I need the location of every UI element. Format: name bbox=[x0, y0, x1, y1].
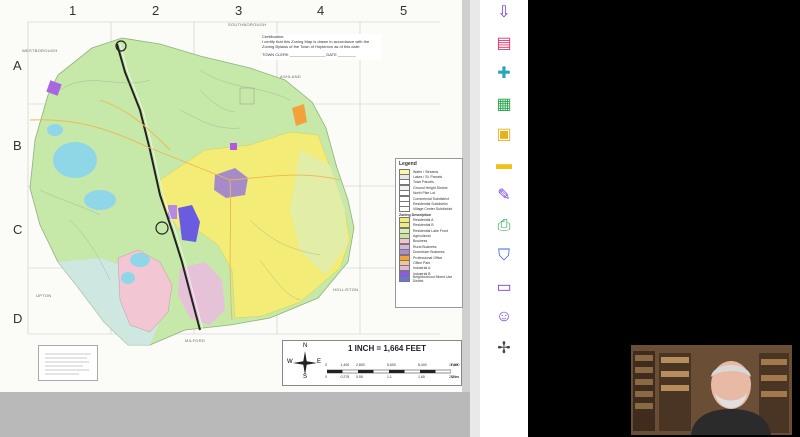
town-label-holliston: HOLLISTON bbox=[333, 287, 359, 292]
locus-map-thumbnail bbox=[38, 345, 98, 381]
legend-swatch bbox=[399, 276, 410, 283]
compass-e: E bbox=[317, 359, 322, 365]
legend-item-label: Town Parcels bbox=[413, 180, 434, 185]
tools-sidebar: ⇩ ▤ ✚ ▦ ▣ ▬ ✎ ⎙ ⛉ ▭ ☺ ✢ bbox=[480, 0, 528, 437]
legend-zoning-label: Neighborhood Mixed Use District bbox=[412, 275, 453, 284]
legend-item-label: Water / Streams bbox=[413, 169, 439, 174]
edit-pdf-icon[interactable]: ▦ bbox=[494, 94, 514, 114]
certification-block: Certification: I certify that this Zonin… bbox=[262, 34, 382, 60]
compass-w: W bbox=[287, 359, 293, 365]
certification-signature: TOWN CLERK ________________ DATE _______… bbox=[262, 52, 356, 57]
legend-zoning-label: Industrial A bbox=[413, 266, 431, 271]
legend-item-label: Residential Subdistrict bbox=[413, 202, 448, 207]
legend-zoning-label: Residential Lake Front bbox=[413, 228, 449, 233]
pdf-viewer[interactable]: 1 2 3 4 5 A B C D SOUTHBOROUGH WESTBOROU… bbox=[0, 0, 470, 437]
miles-unit: Miles bbox=[451, 375, 460, 379]
town-label-westborough: WESTBOROUGH bbox=[22, 48, 58, 53]
measure-icon[interactable]: ▭ bbox=[494, 277, 514, 297]
miles-tick: 1.65 bbox=[418, 375, 425, 379]
legend-zoning-label: Office Park bbox=[413, 260, 431, 265]
town-label-milford: MILFORD bbox=[185, 338, 206, 343]
zoning-map-page: 1 2 3 4 5 A B C D SOUTHBOROUGH WESTBOROU… bbox=[0, 0, 463, 392]
scale-title: 1 INCH = 1,664 FEET bbox=[348, 344, 427, 353]
certification-text: I certify that this Zoning Map is drawn … bbox=[262, 39, 370, 49]
feet-unit: Feet bbox=[451, 363, 459, 367]
feet-tick: 1,400 bbox=[340, 363, 350, 367]
miles-tick: 0.55 bbox=[356, 375, 363, 379]
feet-tick: 5,600 bbox=[387, 363, 396, 367]
legend-zoning-label: Professional Office bbox=[413, 255, 443, 260]
legend-zoning-label: Business bbox=[413, 239, 428, 244]
combine-files-icon[interactable]: ▣ bbox=[494, 124, 514, 144]
comment-icon[interactable]: ▬ bbox=[494, 155, 514, 175]
legend-item-label: Village Center Subdistrict bbox=[413, 207, 453, 212]
legend-zoning-label: Residential A bbox=[413, 217, 434, 222]
legend-swatch bbox=[399, 206, 410, 213]
accessibility-icon[interactable]: ☺ bbox=[494, 307, 514, 327]
miles-tick: 1.1 bbox=[387, 375, 392, 379]
feet-tick: 8,400 bbox=[418, 363, 427, 367]
miles-tick: 0 bbox=[325, 375, 327, 379]
webcam-video bbox=[631, 345, 792, 435]
organize-pages-icon[interactable]: ▤ bbox=[494, 33, 514, 53]
legend-item: Village Center Subdistrict bbox=[396, 206, 462, 213]
protect-icon[interactable]: ⛉ bbox=[494, 246, 514, 266]
export-pdf-icon[interactable]: ⇩ bbox=[494, 2, 514, 22]
more-tools-icon[interactable]: ✢ bbox=[494, 338, 514, 358]
miles-tick: 0.275 bbox=[340, 375, 350, 379]
map-legend: Legend Water / Streams Lakes / St. Parcel… bbox=[395, 158, 463, 308]
print-production-icon[interactable]: ⎙ bbox=[494, 216, 514, 236]
legend-item-label: Ground Height District bbox=[413, 185, 448, 190]
compass-s: S bbox=[303, 374, 308, 380]
legend-item-label: Lakes / St. Parcels bbox=[413, 175, 443, 180]
legend-zoning-label: Downtown Business bbox=[413, 250, 445, 255]
compass-n: N bbox=[303, 343, 308, 349]
compass-rose-icon: N S E W bbox=[287, 343, 323, 381]
fill-sign-icon[interactable]: ✎ bbox=[494, 185, 514, 205]
town-label-upton: UPTON bbox=[36, 293, 52, 298]
town-label-southborough: SOUTHBOROUGH bbox=[228, 22, 267, 27]
feet-tick: 0 bbox=[325, 363, 327, 367]
create-pdf-icon[interactable]: ✚ bbox=[494, 63, 514, 83]
legend-zoning-label: Agricultural bbox=[413, 233, 431, 238]
feet-tick: 2,800 bbox=[356, 363, 365, 367]
legend-zoning-item: Neighborhood Mixed Use District bbox=[396, 275, 462, 284]
legend-zoning-label: Residential B bbox=[413, 223, 434, 228]
legend-zoning-label: Rural Business bbox=[413, 244, 437, 249]
legend-title: Legend bbox=[399, 161, 417, 167]
scale-box: 1 INCH = 1,664 FEET N S E W 0 1,400 2,800 5… bbox=[282, 340, 462, 386]
legend-item-label: Commercial Subdistrict bbox=[413, 196, 449, 201]
zoning-map-graphic bbox=[27, 21, 440, 346]
panel-divider[interactable] bbox=[470, 0, 480, 437]
viewer-background bbox=[0, 392, 470, 437]
legend-item-label: North Pike Lot bbox=[413, 191, 436, 196]
town-label-ashland: ASHLAND bbox=[280, 74, 301, 79]
